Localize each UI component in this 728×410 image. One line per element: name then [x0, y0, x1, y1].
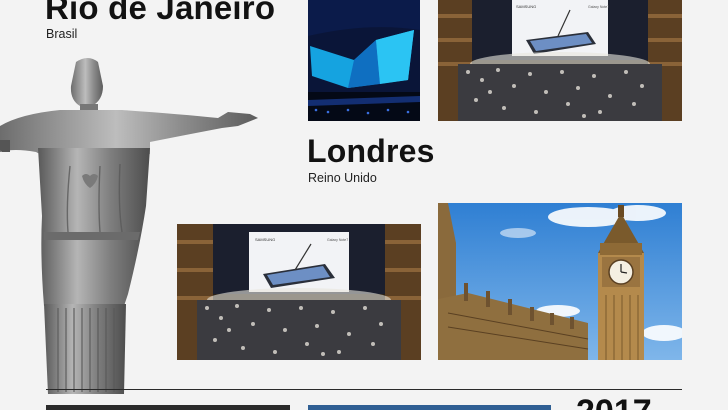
big-ben-icon: [438, 203, 682, 360]
auditorium-top-photo: SAMSUNG Galaxy Note7: [438, 0, 682, 121]
auditorium-icon: SAMSUNG Galaxy Note7: [177, 224, 421, 360]
next-section-year: 2017: [576, 397, 686, 410]
unpacked-stage-icon: [308, 0, 420, 121]
auditorium-icon: SAMSUNG Galaxy Note7: [438, 0, 682, 121]
big-ben-photo: [438, 203, 682, 360]
rio-city-title: Rio de Janeiro: [45, 0, 276, 26]
next-section-photo-middle: [308, 405, 551, 410]
london-city-title: Londres: [307, 133, 435, 169]
screen-brand-text: SAMSUNG: [516, 4, 536, 9]
screen-product-text: Galaxy Note7: [327, 238, 348, 242]
next-section-photo-left: [46, 405, 290, 410]
screen-brand-text: SAMSUNG: [255, 237, 275, 242]
next-section-year-text: 2017: [576, 397, 686, 410]
london-country-label: Reino Unido: [308, 171, 377, 185]
screen-product-text: Galaxy Note7: [588, 5, 609, 9]
stage-blue-photo: [308, 0, 420, 121]
auditorium-bottom-photo: SAMSUNG Galaxy Note7: [177, 224, 421, 360]
rio-country-label: Brasil: [46, 27, 78, 41]
section-divider: [46, 389, 682, 390]
